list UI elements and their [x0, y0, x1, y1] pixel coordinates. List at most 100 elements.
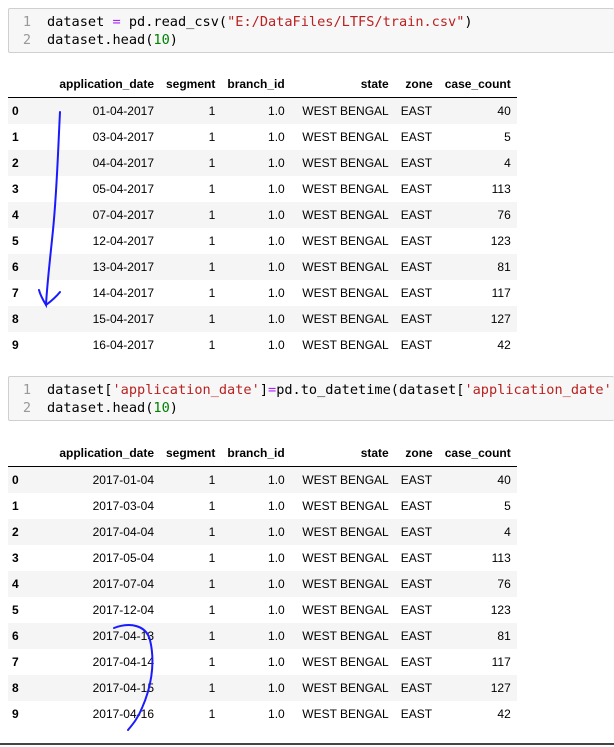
code-token: dataset.head( — [47, 400, 154, 416]
table-cell: WEST BENGAL — [302, 577, 389, 591]
table-cell: 1 — [208, 577, 216, 591]
row-index: 1 — [12, 499, 19, 513]
table-cell: 76 — [497, 208, 511, 222]
table-cell: 1 — [208, 208, 216, 222]
table-row: 4 07-04-2017 1 1.0 WEST BENGAL EAST 76 — [8, 202, 517, 228]
code-cell-read-csv[interactable]: 1 dataset = pd.read_csv("E:/DataFiles/LTF… — [8, 8, 614, 53]
table-cell: 1.0 — [268, 473, 285, 487]
code-line: 2 dataset.head(10) — [9, 399, 178, 417]
table-cell: 07-04-2017 — [92, 208, 154, 222]
table-cell: 2017-05-04 — [92, 551, 154, 565]
table-cell: 1 — [208, 655, 216, 669]
table-cell: 1.0 — [268, 707, 285, 721]
table-cell: 42 — [497, 338, 511, 352]
table-cell: 2017-07-04 — [92, 577, 154, 591]
row-index: 4 — [12, 208, 19, 222]
code-line: 1 dataset['application_date'] = pd.to_datet… — [9, 381, 614, 399]
table-cell: 1.0 — [268, 655, 285, 669]
table-cell: EAST — [400, 577, 433, 591]
dataframe-output-original: application_date segment branch_id state zon… — [8, 70, 517, 358]
table-cell: 05-04-2017 — [92, 182, 154, 196]
row-index: 7 — [12, 286, 19, 300]
table-cell: 1 — [208, 499, 216, 513]
table-cell: 1.0 — [268, 681, 285, 695]
table-cell: 1 — [208, 603, 216, 617]
table-row: 3 2017-05-04 1 1.0 WEST BENGAL EAST 113 — [8, 545, 517, 571]
column-header: application_date — [36, 439, 160, 467]
column-header: branch_id — [221, 439, 291, 467]
table-cell: WEST BENGAL — [302, 629, 389, 643]
table-header-row: application_date segment branch_id state zon… — [8, 439, 517, 467]
row-index: 3 — [12, 182, 19, 196]
table-cell: 123 — [490, 234, 511, 248]
column-header: application_date — [36, 70, 160, 98]
table-cell: WEST BENGAL — [302, 260, 389, 274]
table-row: 8 2017-04-15 1 1.0 WEST BENGAL EAST 127 — [8, 675, 517, 701]
table-cell: 2017-04-16 — [92, 707, 154, 721]
line-number: 2 — [22, 400, 31, 416]
table-cell: 12-04-2017 — [92, 234, 154, 248]
row-index: 8 — [12, 681, 19, 695]
table-cell: 1 — [208, 130, 216, 144]
code-token: dataset[ — [47, 382, 113, 398]
table-cell: 4 — [504, 156, 511, 170]
divider — [0, 743, 614, 745]
table-cell: 1.0 — [268, 286, 285, 300]
table-cell: 81 — [497, 260, 511, 274]
table-cell: WEST BENGAL — [302, 603, 389, 617]
table-cell: WEST BENGAL — [302, 104, 389, 118]
table-cell: EAST — [400, 551, 433, 565]
table-cell: 76 — [497, 577, 511, 591]
table-cell: 14-04-2017 — [92, 286, 154, 300]
table-row: 3 05-04-2017 1 1.0 WEST BENGAL EAST 113 — [8, 176, 517, 202]
table-cell: WEST BENGAL — [302, 499, 389, 513]
table-cell: EAST — [400, 182, 433, 196]
table-cell: 1.0 — [268, 234, 285, 248]
dataframe-output-converted: application_date segment branch_id state zon… — [8, 439, 517, 727]
code-token: = — [268, 382, 277, 398]
table-cell: 1.0 — [268, 551, 285, 565]
table-cell: 1.0 — [268, 603, 285, 617]
table-cell: 127 — [490, 681, 511, 695]
table-cell: WEST BENGAL — [302, 525, 389, 539]
code-token: ) — [464, 14, 473, 30]
table-cell: 1.0 — [268, 182, 285, 196]
table-cell: 1 — [208, 156, 216, 170]
column-header: case_count — [438, 439, 517, 467]
line-number: 1 — [22, 14, 31, 30]
column-header: zone — [394, 439, 439, 467]
column-header: segment — [160, 70, 222, 98]
table-cell: 1.0 — [268, 208, 285, 222]
table-row: 1 2017-03-04 1 1.0 WEST BENGAL EAST 5 — [8, 493, 517, 519]
table-cell: 03-04-2017 — [92, 130, 154, 144]
row-index: 5 — [12, 234, 19, 248]
table-header-row: application_date segment branch_id state zon… — [8, 70, 517, 98]
code-token: 'application_date' — [464, 382, 612, 398]
table-cell: 2017-12-04 — [92, 603, 154, 617]
code-token: ) — [169, 32, 178, 48]
code-token: pd.read_csv( — [120, 14, 228, 30]
table-cell: EAST — [400, 603, 433, 617]
table-cell: 1 — [208, 707, 216, 721]
table-cell: 127 — [490, 312, 511, 326]
table-cell: 2017-04-04 — [92, 525, 154, 539]
table-cell: 1 — [208, 525, 216, 539]
table-cell: EAST — [400, 104, 433, 118]
table-cell: 2017-04-15 — [92, 681, 154, 695]
table-row: 0 01-04-2017 1 1.0 WEST BENGAL EAST 40 — [8, 97, 517, 124]
table-cell: WEST BENGAL — [302, 182, 389, 196]
table-cell: 1 — [208, 234, 216, 248]
table-cell: EAST — [400, 525, 433, 539]
row-index: 2 — [12, 525, 19, 539]
row-index: 1 — [12, 130, 19, 144]
row-index: 2 — [12, 156, 19, 170]
table-cell: EAST — [400, 234, 433, 248]
code-token: 'application_date' — [112, 382, 260, 398]
code-token: 10 — [153, 400, 170, 416]
table-cell: EAST — [400, 260, 433, 274]
table-cell: EAST — [400, 499, 433, 513]
table-cell: 1 — [208, 182, 216, 196]
table-cell: WEST BENGAL — [302, 156, 389, 170]
table-cell: WEST BENGAL — [302, 312, 389, 326]
code-cell-to-datetime[interactable]: 1 dataset['application_date'] = pd.to_datet… — [8, 376, 614, 421]
